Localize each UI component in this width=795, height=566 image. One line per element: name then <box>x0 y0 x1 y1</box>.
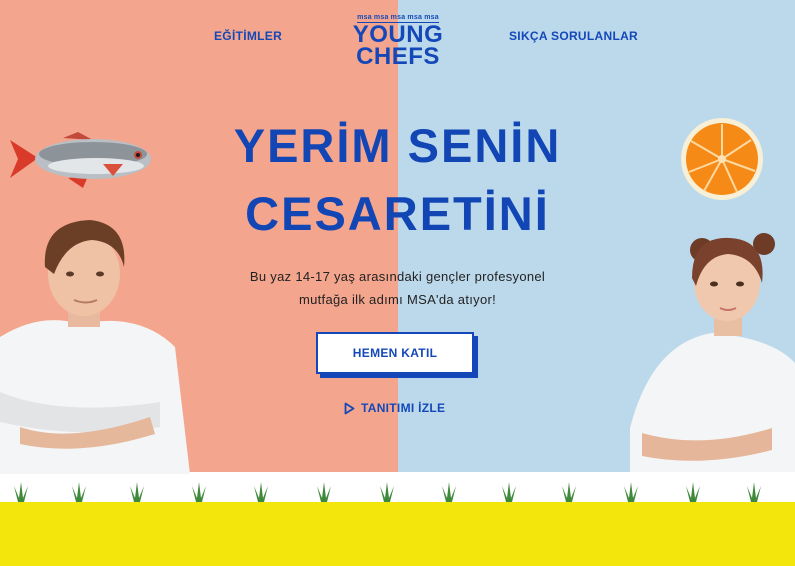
yellow-band <box>0 502 795 566</box>
male-chef-image <box>0 220 190 474</box>
nav-link-faq[interactable]: SIKÇA SORULANLAR <box>509 29 638 43</box>
play-icon <box>344 402 355 414</box>
nav-link-trainings[interactable]: EĞİTİMLER <box>214 29 282 43</box>
orange-slice-image <box>681 118 763 200</box>
watch-intro-label: TANITIMI İZLE <box>361 401 446 415</box>
hero-subtitle: Bu yaz 14-17 yaş arasındaki gençler prof… <box>220 265 575 311</box>
hero-subtitle-line1: Bu yaz 14-17 yaş arasındaki gençler prof… <box>249 269 546 284</box>
join-now-button[interactable]: HEMEN KATIL <box>316 332 474 374</box>
watch-intro-link[interactable]: TANITIMI İZLE <box>344 401 445 415</box>
female-chef-image <box>630 233 795 472</box>
hero-subtitle-line2: mutfağa ilk adımı MSA'da atıyor! <box>298 292 497 307</box>
young-chefs-logo[interactable]: msa msa msa msa msa YOUNG CHEFS <box>344 6 452 70</box>
fish-image <box>10 132 151 188</box>
herb-plants-row <box>14 482 761 502</box>
logo-line-chefs: CHEFS <box>356 43 440 70</box>
